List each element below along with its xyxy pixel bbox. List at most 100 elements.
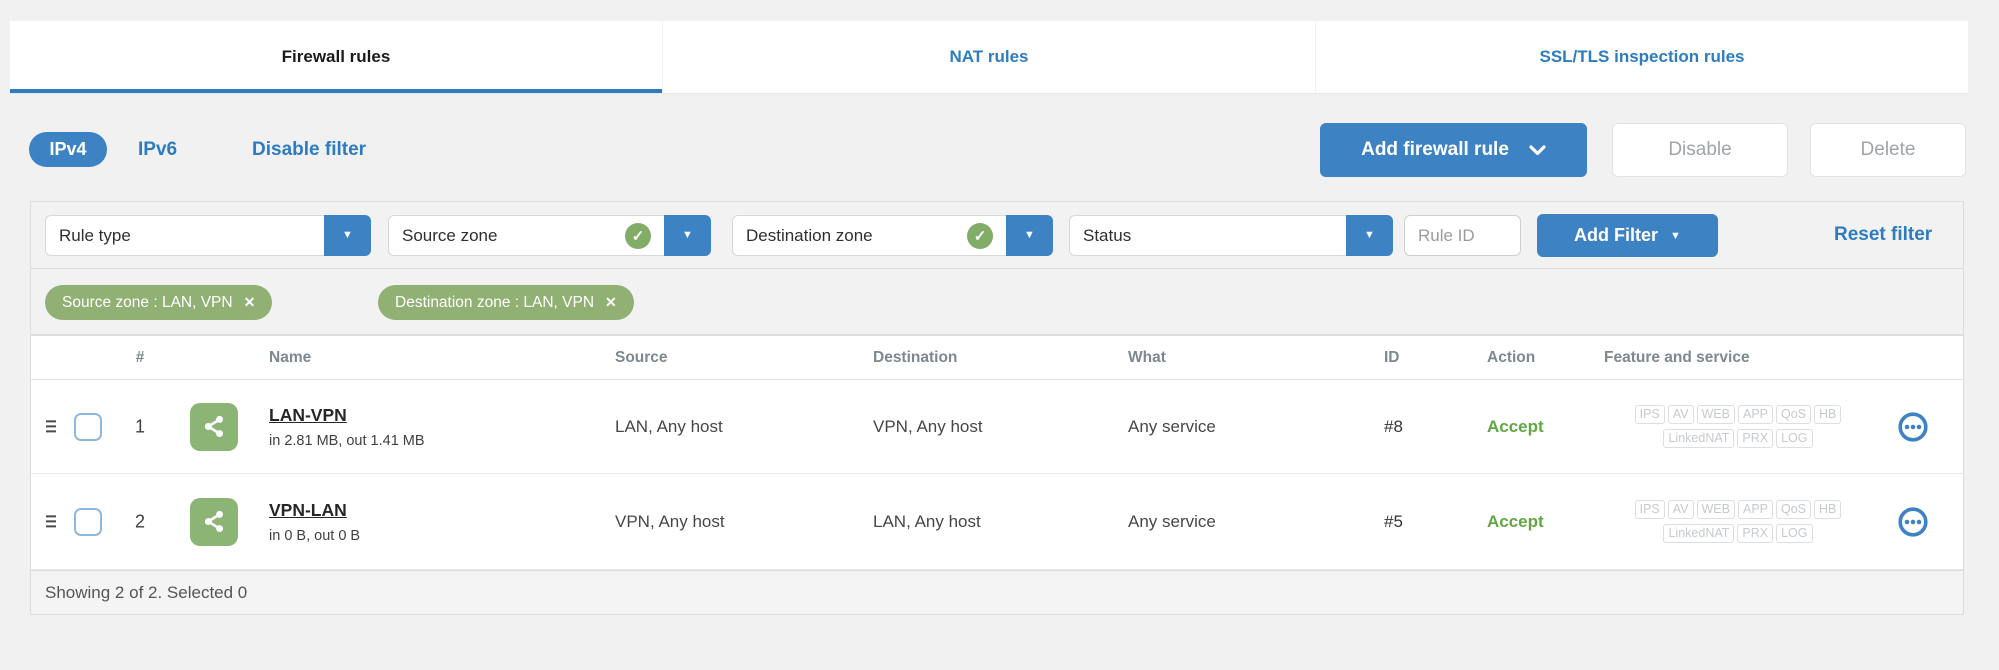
rule-type-field[interactable]: Rule type xyxy=(45,215,324,256)
destination-zone-dropdown-button[interactable]: ▼ xyxy=(1006,215,1053,256)
row-checkbox[interactable] xyxy=(74,412,102,441)
status-dropdown[interactable]: Status ▼ xyxy=(1069,215,1393,256)
status-label: Status xyxy=(1083,225,1132,245)
feature-badge: HB xyxy=(1814,499,1842,519)
destination-zone-filter-chip: Destination zone : LAN, VPN ✕ xyxy=(378,285,634,320)
reset-filter-link[interactable]: Reset filter xyxy=(1834,202,1932,268)
source-zone-field[interactable]: Source zone ✓ xyxy=(388,215,664,256)
feature-badge: IPS xyxy=(1634,499,1665,519)
rule-type-label: Rule type xyxy=(59,225,131,245)
feature-badge: WEB xyxy=(1696,499,1735,519)
add-firewall-rule-button[interactable]: Add firewall rule xyxy=(1320,123,1587,177)
drag-handle-icon[interactable] xyxy=(46,418,56,435)
rules-tab-bar: Firewall rules NAT rules SSL/TLS inspect… xyxy=(10,21,1968,93)
rule-destination: LAN, Any host xyxy=(873,511,981,531)
disable-button[interactable]: Disable xyxy=(1612,123,1788,177)
tab-ssl-tls-inspection-rules[interactable]: SSL/TLS inspection rules xyxy=(1316,21,1968,93)
add-filter-label: Add Filter xyxy=(1574,225,1659,245)
tab-nat-rules[interactable]: NAT rules xyxy=(663,21,1316,93)
delete-button[interactable]: Delete xyxy=(1810,123,1966,177)
add-firewall-rule-label: Add firewall rule xyxy=(1361,139,1509,160)
source-zone-dropdown[interactable]: Source zone ✓ ▼ xyxy=(388,215,711,256)
remove-chip-icon[interactable]: ✕ xyxy=(605,294,617,311)
table-row: 2 VPN-LAN in 0 B, out 0 B VPN, Any host … xyxy=(31,474,1963,570)
rule-id: #8 xyxy=(1384,416,1403,436)
source-zone-filter-chip: Source zone : LAN, VPN ✕ xyxy=(45,285,273,320)
chevron-down-icon xyxy=(1529,144,1546,155)
rule-action-status: Accept xyxy=(1487,416,1544,436)
chip-label: Destination zone : LAN, VPN xyxy=(395,293,595,311)
rule-what: Any service xyxy=(1128,511,1216,531)
feature-badge: APP xyxy=(1737,404,1773,424)
feature-badge: HB xyxy=(1814,404,1842,424)
dropdown-arrow-icon: ▼ xyxy=(1364,229,1375,241)
feature-badge: APP xyxy=(1737,499,1773,519)
rule-name-link[interactable]: LAN-VPN xyxy=(269,405,425,426)
row-number: 2 xyxy=(134,511,145,531)
active-filter-chips-row: Source zone : LAN, VPN ✕ Destination zon… xyxy=(31,268,1963,334)
feature-badges: IPS AV WEB APP QoS HB LinkedNAT PRX LOG xyxy=(1599,403,1877,451)
destination-zone-field[interactable]: Destination zone ✓ xyxy=(732,215,1006,256)
drag-handle-icon[interactable] xyxy=(46,513,56,530)
header-id: ID xyxy=(1384,349,1400,366)
feature-badge: PRX xyxy=(1737,428,1774,448)
table-header-row: # Name Source Destination What ID Action… xyxy=(31,336,1963,380)
add-filter-button[interactable]: Add Filter ▼ xyxy=(1537,214,1718,257)
feature-badges: IPS AV WEB APP QoS HB LinkedNAT PRX LOG xyxy=(1599,498,1877,546)
remove-chip-icon[interactable]: ✕ xyxy=(244,294,256,311)
dropdown-arrow-icon: ▼ xyxy=(342,229,353,241)
feature-badge: PRX xyxy=(1737,523,1774,543)
rule-action-status: Accept xyxy=(1487,511,1544,531)
rule-source: LAN, Any host xyxy=(615,416,723,436)
rule-id-input[interactable] xyxy=(1404,215,1521,256)
header-name: Name xyxy=(269,349,312,366)
destination-zone-dropdown[interactable]: Destination zone ✓ ▼ xyxy=(732,215,1053,256)
firewall-rules-page: Firewall rules NAT rules SSL/TLS inspect… xyxy=(0,0,1999,670)
feature-badge: LinkedNAT xyxy=(1663,428,1735,448)
feature-badge: LOG xyxy=(1776,523,1813,543)
feature-badge: AV xyxy=(1667,404,1694,424)
network-rule-icon xyxy=(190,402,238,451)
filter-controls-row: Rule type ▼ Source zone ✓ ▼ Destination … xyxy=(31,202,1963,268)
destination-zone-label: Destination zone xyxy=(746,225,873,245)
source-zone-dropdown-button[interactable]: ▼ xyxy=(664,215,711,256)
header-feature-and-service: Feature and service xyxy=(1604,349,1750,366)
status-field[interactable]: Status xyxy=(1069,215,1346,256)
rule-type-dropdown-button[interactable]: ▼ xyxy=(324,215,371,256)
row-checkbox[interactable] xyxy=(74,507,102,536)
feature-badge: LinkedNAT xyxy=(1663,523,1735,543)
ellipsis-in-circle-icon xyxy=(1898,411,1928,442)
rule-what: Any service xyxy=(1128,416,1216,436)
ipv6-toggle[interactable]: IPv6 xyxy=(138,132,177,167)
dropdown-arrow-icon: ▼ xyxy=(682,229,693,241)
rule-traffic: in 2.81 MB, out 1.41 MB xyxy=(269,432,425,449)
ipv4-toggle[interactable]: IPv4 xyxy=(29,132,107,167)
ellipsis-in-circle-icon xyxy=(1898,506,1928,537)
rule-source: VPN, Any host xyxy=(615,511,725,531)
rule-name-block: LAN-VPN in 2.81 MB, out 1.41 MB xyxy=(269,405,425,449)
network-rule-icon xyxy=(190,497,238,546)
header-what: What xyxy=(1128,349,1166,366)
rule-traffic: in 0 B, out 0 B xyxy=(269,527,361,544)
source-zone-label: Source zone xyxy=(402,225,498,245)
feature-badge: IPS xyxy=(1634,404,1665,424)
dropdown-arrow-icon: ▼ xyxy=(1024,229,1035,241)
table-row: 1 LAN-VPN in 2.81 MB, out 1.41 MB LAN, A… xyxy=(31,380,1963,474)
disable-filter-link[interactable]: Disable filter xyxy=(252,132,366,167)
dropdown-arrow-icon: ▼ xyxy=(1670,229,1681,242)
filter-applied-check-icon: ✓ xyxy=(625,222,651,249)
feature-badge: QoS xyxy=(1776,499,1812,519)
row-actions-menu-button[interactable] xyxy=(1898,506,1928,537)
feature-badge: WEB xyxy=(1696,404,1735,424)
filter-applied-check-icon: ✓ xyxy=(967,222,993,249)
rule-type-dropdown[interactable]: Rule type ▼ xyxy=(45,215,371,256)
rule-id: #5 xyxy=(1384,511,1403,531)
rule-name-link[interactable]: VPN-LAN xyxy=(269,500,360,521)
tab-firewall-rules[interactable]: Firewall rules xyxy=(10,21,663,93)
feature-badge: QoS xyxy=(1776,404,1812,424)
feature-badge: AV xyxy=(1667,499,1694,519)
row-number: 1 xyxy=(134,416,145,436)
row-actions-menu-button[interactable] xyxy=(1898,411,1928,442)
header-number: # xyxy=(135,349,145,366)
status-dropdown-button[interactable]: ▼ xyxy=(1346,215,1393,256)
